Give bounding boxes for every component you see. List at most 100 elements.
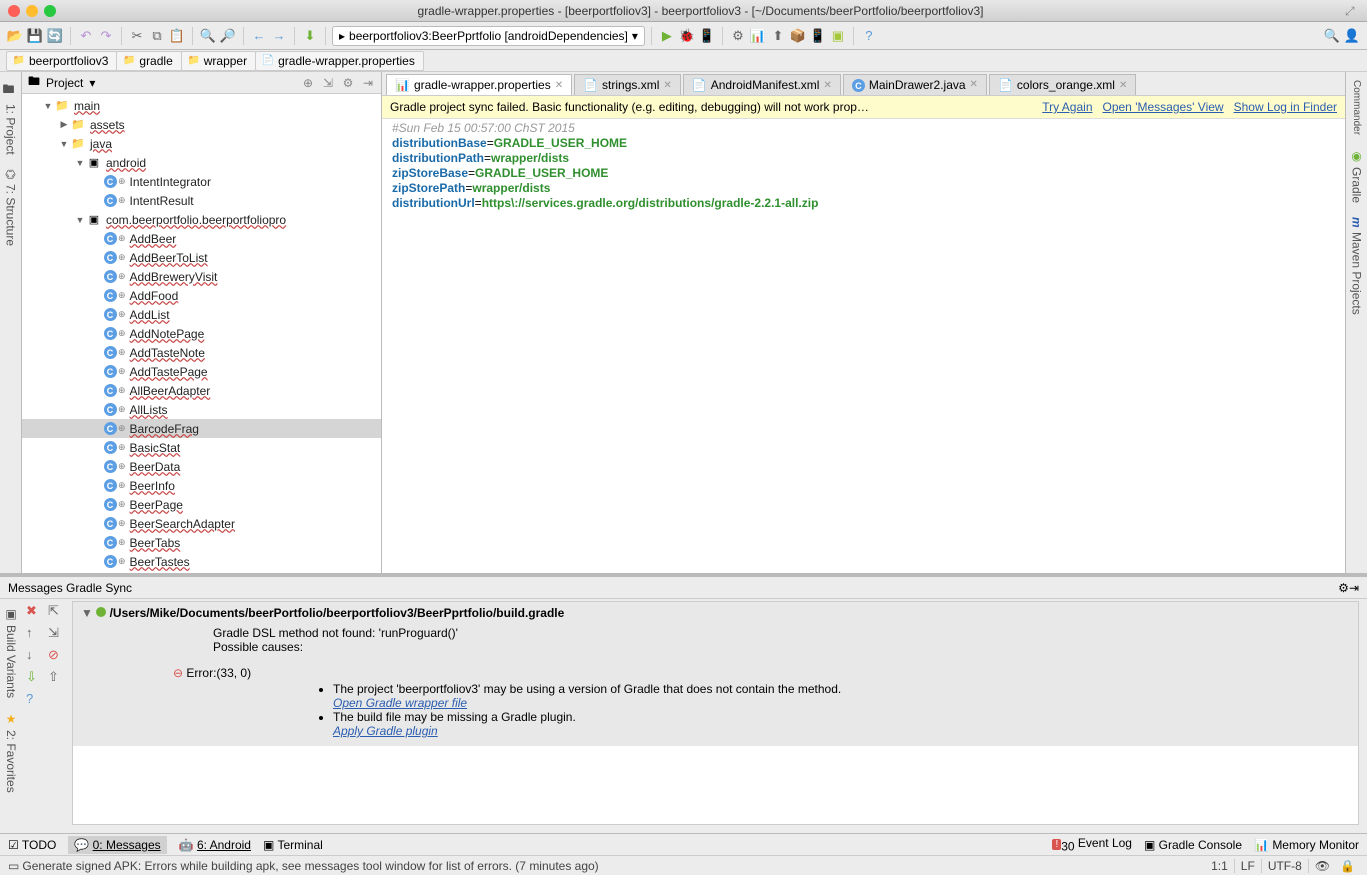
messages-tab[interactable]: 💬 0: Messages — [68, 836, 166, 854]
twisty-icon[interactable]: ▼ — [42, 101, 54, 111]
tree-node[interactable]: C ⊕BeerData — [22, 457, 381, 476]
tree-node[interactable]: C ⊕BeerSearchAdapter — [22, 514, 381, 533]
sync-icon[interactable]: 🔄 — [46, 27, 64, 45]
editor-tab[interactable]: 📄AndroidManifest.xml✕ — [683, 74, 841, 95]
tree-node[interactable]: C ⊕IntentResult — [22, 191, 381, 210]
tree-node[interactable]: C ⊕BeerTabs — [22, 533, 381, 552]
tree-node[interactable]: C ⊕BeerTastes — [22, 552, 381, 571]
save-icon[interactable]: 💾 — [26, 27, 44, 45]
close-tab-icon[interactable]: ✕ — [1119, 80, 1127, 91]
tree-node[interactable]: C ⊕AddList — [22, 305, 381, 324]
tree-node[interactable]: C ⊕AddTastePage — [22, 362, 381, 381]
expand-arrow-icon[interactable]: ▼ — [81, 606, 96, 620]
tree-node[interactable]: C ⊕AddTasteNote — [22, 343, 381, 362]
encoding[interactable]: UTF-8 — [1261, 859, 1308, 873]
run-icon[interactable]: ▶ — [658, 27, 676, 45]
rail-project[interactable]: 🖿1: Project — [0, 76, 23, 159]
make-icon[interactable]: ⬇ — [301, 27, 319, 45]
breadcrumb[interactable]: 📁gradle — [116, 51, 181, 71]
status-icon[interactable]: ▭ — [8, 859, 19, 873]
open-wrapper-link[interactable]: Open Gradle wrapper file — [333, 696, 467, 710]
gear-icon[interactable]: ⚙ — [1338, 581, 1349, 595]
locate-icon[interactable]: ⊕ — [301, 76, 315, 90]
help-icon[interactable]: ? — [26, 691, 44, 709]
search-everywhere-icon[interactable]: 🔍 — [1323, 27, 1341, 45]
breadcrumb[interactable]: 📄gradle-wrapper.properties — [255, 51, 424, 71]
tool2-icon[interactable]: 📊 — [749, 27, 767, 45]
tree-node[interactable]: C ⊕BeerPage — [22, 495, 381, 514]
avatar-icon[interactable]: 👤 — [1343, 27, 1361, 45]
back-icon[interactable]: ← — [250, 27, 268, 45]
hide-icon[interactable]: ⇥ — [1349, 581, 1359, 595]
gradle-console-tab[interactable]: ▣ Gradle Console — [1144, 838, 1242, 852]
tool1-icon[interactable]: ⚙ — [729, 27, 747, 45]
help-icon[interactable]: ? — [860, 27, 878, 45]
forward-icon[interactable]: → — [270, 27, 288, 45]
tree-node[interactable]: C ⊕AddBeerToList — [22, 248, 381, 267]
close-icon[interactable]: ✖ — [26, 603, 44, 621]
sdk-icon[interactable]: 📦 — [789, 27, 807, 45]
import-icon[interactable]: ⇧ — [48, 669, 66, 687]
tree-node[interactable]: C ⊕AddBreweryVisit — [22, 267, 381, 286]
terminal-tab[interactable]: ▣ Terminal — [263, 838, 323, 852]
rail-commander[interactable]: Commander — [1349, 76, 1364, 139]
avd-icon[interactable]: 📱 — [809, 27, 827, 45]
tree-node[interactable]: ▶📁assets — [22, 115, 381, 134]
find-icon[interactable]: 🔍 — [199, 27, 217, 45]
twisty-icon[interactable]: ▼ — [74, 215, 86, 225]
twisty-icon[interactable]: ▶ — [58, 119, 70, 130]
export-icon[interactable]: ⇩ — [26, 669, 44, 687]
messages-content[interactable]: ▼ /Users/Mike/Documents/beerPortfolio/be… — [72, 601, 1359, 825]
open-icon[interactable]: 📂 — [6, 27, 24, 45]
tree-node[interactable]: C ⊕AllLists — [22, 400, 381, 419]
breadcrumb[interactable]: 📁beerportfoliov3 — [6, 51, 117, 71]
memory-monitor-tab[interactable]: 📊 Memory Monitor — [1254, 838, 1359, 852]
breadcrumb[interactable]: 📁wrapper — [181, 51, 256, 71]
replace-icon[interactable]: 🔎 — [219, 27, 237, 45]
show-log-link[interactable]: Show Log in Finder — [1234, 100, 1337, 114]
editor-tab[interactable]: 📄strings.xml✕ — [574, 74, 681, 95]
tree-node[interactable]: ▼▣com.beerportfolio.beerportfoliopro — [22, 210, 381, 229]
android-tab[interactable]: 🤖 6: Android — [179, 838, 251, 852]
debug-icon[interactable]: 🐞 — [678, 27, 696, 45]
zoom-window-button[interactable] — [44, 5, 56, 17]
undo-icon[interactable]: ↶ — [77, 27, 95, 45]
try-again-link[interactable]: Try Again — [1042, 100, 1092, 114]
tree-node[interactable]: C ⊕BasicStat — [22, 438, 381, 457]
minimize-window-button[interactable] — [26, 5, 38, 17]
android-icon[interactable]: ▣ — [829, 27, 847, 45]
editor-tab[interactable]: 📊gradle-wrapper.properties✕ — [386, 74, 572, 95]
up-icon[interactable]: ↑ — [26, 625, 44, 643]
twisty-icon[interactable]: ▼ — [74, 158, 86, 168]
editor-tab[interactable]: CMainDrawer2.java✕ — [843, 74, 987, 96]
rail-maven[interactable]: mMaven Projects — [1348, 213, 1366, 318]
editor-tab[interactable]: 📄colors_orange.xml✕ — [989, 74, 1136, 95]
rail-structure[interactable]: ⌬7: Structure — [2, 165, 20, 250]
event-log-tab[interactable]: !30 Event Log — [1052, 836, 1132, 853]
apply-plugin-link[interactable]: Apply Gradle plugin — [333, 724, 438, 738]
cut-icon[interactable]: ✂ — [128, 27, 146, 45]
close-tab-icon[interactable]: ✕ — [663, 80, 671, 91]
tree-node[interactable]: C ⊕BarcodeFrag — [22, 419, 381, 438]
close-tab-icon[interactable]: ✕ — [823, 80, 831, 91]
tree-node[interactable]: C ⊕AllBeerAdapter — [22, 381, 381, 400]
hide-icon[interactable]: ⇥ — [361, 76, 375, 90]
tree-node[interactable]: ▼📁main — [22, 96, 381, 115]
project-tree[interactable]: ▼📁main▶📁assets▼📁java▼▣androidC ⊕IntentIn… — [22, 94, 381, 573]
collapse-icon[interactable]: ⇲ — [321, 76, 335, 90]
stop-icon[interactable]: ⊘ — [48, 647, 66, 665]
copy-icon[interactable]: ⧉ — [148, 27, 166, 45]
paste-icon[interactable]: 📋 — [168, 27, 186, 45]
rail-build-variants[interactable]: ▣Build Variants — [2, 603, 20, 702]
gear-icon[interactable]: ⚙ — [341, 76, 355, 90]
tool3-icon[interactable]: ⬆ — [769, 27, 787, 45]
close-tab-icon[interactable]: ✕ — [970, 79, 978, 90]
tree-node[interactable]: C ⊕AddFood — [22, 286, 381, 305]
down-icon[interactable]: ↓ — [26, 647, 44, 665]
open-messages-link[interactable]: Open 'Messages' View — [1103, 100, 1224, 114]
twisty-icon[interactable]: ▼ — [58, 139, 70, 149]
redo-icon[interactable]: ↷ — [97, 27, 115, 45]
run-config-selector[interactable]: ▸ beerportfoliov3:BeerPprtfolio [android… — [332, 26, 645, 46]
inspect-icon[interactable]: 👁 — [1308, 859, 1336, 873]
rail-favorites[interactable]: ★2: Favorites — [2, 708, 20, 797]
